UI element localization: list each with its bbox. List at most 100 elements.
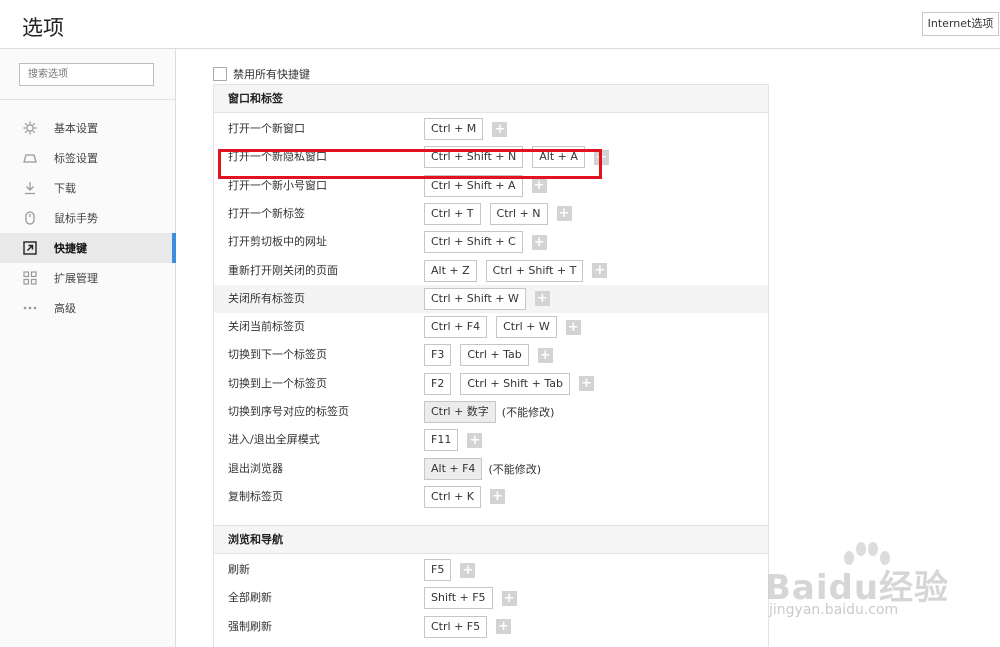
section-title: 窗口和标签: [214, 85, 768, 113]
shortcut-key-button[interactable]: Ctrl + W: [496, 316, 557, 339]
download-icon: [22, 180, 38, 196]
shortcut-name: 打开一个新窗口: [228, 122, 305, 135]
add-shortcut-button[interactable]: +: [592, 263, 608, 278]
sidebar-item-extensions[interactable]: 扩展管理: [0, 263, 176, 293]
shortcut-key-button[interactable]: Ctrl + M: [424, 118, 484, 140]
shortcut-arrow-icon: [22, 240, 38, 256]
shortcut-name: 切换到下一个标签页: [228, 348, 327, 362]
disable-all-shortcuts-checkbox[interactable]: [213, 67, 227, 81]
internet-options-button[interactable]: Internet选项: [922, 12, 999, 36]
add-shortcut-button[interactable]: +: [492, 121, 508, 137]
shortcut-key-button[interactable]: Ctrl + K: [424, 485, 481, 508]
disable-all-shortcuts-label: 禁用所有快捷键: [233, 68, 310, 81]
shortcut-name: 打开剪切板中的网址: [228, 235, 327, 249]
shortcut-key-button[interactable]: Ctrl + Shift + W: [424, 287, 526, 310]
shortcut-name: 进入/退出全屏模式: [228, 433, 320, 447]
shortcut-key-button[interactable]: Ctrl + T: [424, 202, 481, 225]
baidu-jingyan-watermark: Baidu经验 jingyan.baidu.com: [765, 540, 995, 640]
shortcut-keys: Shift + F5 +: [424, 587, 517, 610]
shortcut-name: 关闭当前标签页: [228, 320, 305, 334]
section-browse-and-navigate: 浏览和导航 刷新 F5 + 全部刷新 Shift + F5 + 强制刷新 Ctrl + F5 +: [213, 525, 769, 647]
shortcut-row: 进入/退出全屏模式 F11 +: [214, 426, 768, 454]
top-bar: 选项 Internet选项: [0, 0, 1000, 49]
sidebar-item-basic-settings[interactable]: 基本设置: [0, 113, 176, 143]
shortcut-key-button[interactable]: Ctrl + F5: [424, 615, 488, 638]
shortcut-keys: F11 +: [424, 429, 483, 452]
shortcut-name: 切换到序号对应的标签页: [228, 405, 349, 418]
shortcut-keys: F5 +: [424, 559, 476, 581]
add-shortcut-button[interactable]: +: [467, 432, 483, 448]
shortcut-row: 关闭当前标签页 Ctrl + F4 Ctrl + W +: [214, 313, 768, 341]
add-shortcut-button[interactable]: +: [490, 489, 505, 505]
shortcut-name: 复制标签页: [228, 489, 283, 503]
shortcut-name: 强制刷新: [228, 619, 272, 633]
shortcut-key-button: Ctrl + 数字: [424, 401, 496, 423]
add-shortcut-button[interactable]: +: [534, 291, 550, 307]
shortcut-key-button[interactable]: F2: [424, 372, 452, 395]
shortcut-keys: Alt + F4 (不能修改): [424, 457, 542, 480]
sidebar-item-label: 鼠标手势: [54, 212, 98, 225]
add-shortcut-button[interactable]: +: [578, 376, 594, 392]
shortcut-key-button[interactable]: Ctrl + Shift + T: [485, 259, 584, 282]
add-shortcut-button[interactable]: +: [496, 619, 512, 635]
shortcut-row: 强制刷新 Ctrl + F5 +: [214, 613, 768, 641]
shortcut-row: 切换到下一个标签页 F3 Ctrl + Tab +: [214, 341, 768, 369]
shortcut-name: 刷新: [228, 563, 250, 576]
shortcut-name: 关闭所有标签页: [228, 291, 305, 305]
sidebar-item-shortcuts[interactable]: 快捷键: [0, 233, 176, 263]
tab-icon: [22, 150, 38, 166]
shortcut-key-button[interactable]: F5: [424, 559, 452, 581]
shortcut-keys: Ctrl + T Ctrl + N +: [424, 202, 572, 225]
shortcut-key-button[interactable]: Ctrl + Shift + C: [424, 231, 523, 254]
shortcut-name: 打开一个新标签: [228, 206, 305, 220]
shortcut-name: 切换到上一个标签页: [228, 376, 327, 390]
shortcut-row: 打开剪切板中的网址 Ctrl + Shift + C +: [214, 228, 768, 256]
shortcut-row: 复制标签页 Ctrl + K +: [214, 483, 768, 511]
shortcut-keys: Ctrl + 数字 (不能修改): [424, 401, 554, 423]
shortcut-key-button[interactable]: Shift + F5: [424, 587, 493, 610]
extensions-grid-icon: [22, 270, 38, 286]
shortcut-keys: Ctrl + K +: [424, 485, 505, 508]
shortcut-row: 切换到上一个标签页 F2 Ctrl + Shift + Tab +: [214, 370, 768, 398]
disable-all-shortcuts-row: 禁用所有快捷键: [213, 66, 310, 82]
shortcut-key-button[interactable]: Ctrl + Tab: [460, 344, 529, 367]
shortcut-key-button[interactable]: F11: [424, 429, 459, 452]
search-input[interactable]: [19, 63, 154, 86]
add-shortcut-button[interactable]: +: [531, 178, 547, 194]
not-editable-note: (不能修改): [488, 462, 542, 476]
shortcut-keys: Ctrl + F5 +: [424, 615, 512, 638]
add-shortcut-button[interactable]: +: [531, 234, 547, 250]
shortcut-row: 切换到序号对应的标签页 Ctrl + 数字 (不能修改): [214, 398, 768, 426]
shortcut-key-button[interactable]: Ctrl + F4: [424, 316, 488, 339]
shortcut-keys: Ctrl + M +: [424, 118, 508, 140]
shortcut-keys: Ctrl + Shift + C +: [424, 231, 547, 254]
sidebar-item-download[interactable]: 下载: [0, 173, 176, 203]
shortcut-keys: Ctrl + F4 Ctrl + W +: [424, 316, 581, 339]
sidebar-item-mouse-gestures[interactable]: 鼠标手势: [0, 203, 176, 233]
more-dots-icon: [22, 300, 38, 316]
page-title: 选项: [22, 16, 64, 40]
add-shortcut-button[interactable]: +: [460, 562, 476, 578]
shortcut-keys: Alt + Z Ctrl + Shift + T +: [424, 259, 608, 282]
sidebar-divider: [0, 99, 175, 100]
sidebar-item-advanced[interactable]: 高级: [0, 293, 176, 323]
shortcut-key-button[interactable]: F3: [424, 344, 452, 367]
sidebar-item-label: 基本设置: [54, 122, 98, 135]
sidebar: 基本设置 标签设置 下载 鼠标手势 快捷键 扩展管理 高级: [0, 49, 176, 647]
add-shortcut-button[interactable]: +: [501, 590, 517, 606]
add-shortcut-button[interactable]: +: [556, 206, 572, 222]
shortcut-key-button[interactable]: Ctrl + N: [489, 202, 548, 225]
sidebar-item-label: 快捷键: [54, 242, 87, 255]
watermark-url: jingyan.baidu.com: [769, 602, 899, 618]
add-shortcut-button[interactable]: +: [537, 347, 553, 363]
shortcut-key-button[interactable]: Alt + Z: [424, 259, 477, 282]
shortcut-row: 全部刷新 Shift + F5 +: [214, 584, 768, 612]
shortcut-row: 打开一个新标签 Ctrl + T Ctrl + N +: [214, 200, 768, 228]
mouse-icon: [22, 210, 38, 226]
shortcut-name: 全部刷新: [228, 591, 272, 605]
add-shortcut-button[interactable]: +: [565, 319, 581, 335]
shortcut-row: 关闭所有标签页 Ctrl + Shift + W +: [214, 284, 768, 313]
shortcut-key-button: Alt + F4: [424, 457, 483, 480]
sidebar-item-tab-settings[interactable]: 标签设置: [0, 143, 176, 173]
shortcut-key-button[interactable]: Ctrl + Shift + Tab: [460, 372, 570, 395]
